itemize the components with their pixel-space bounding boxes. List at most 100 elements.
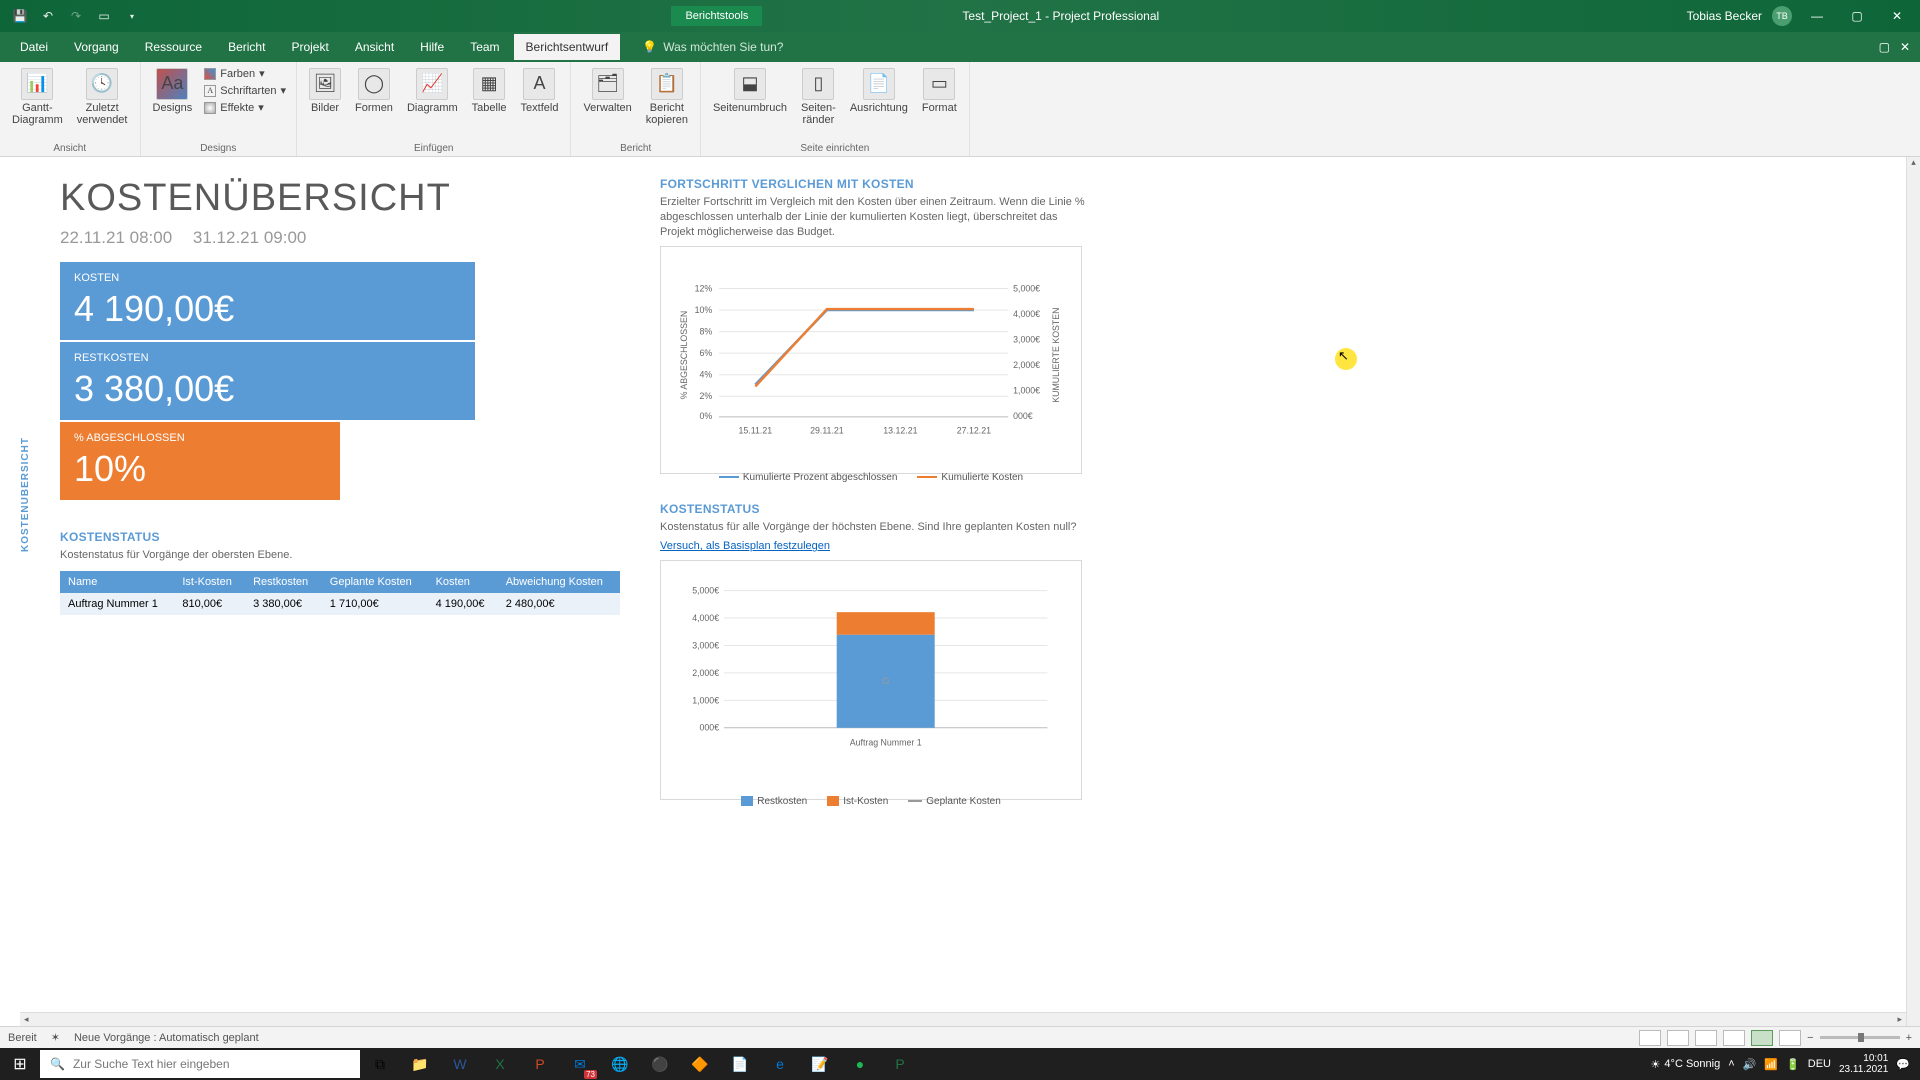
table-row[interactable]: Auftrag Nummer 1 810,00€ 3 380,00€ 1 710…: [60, 593, 620, 615]
taskbar-search[interactable]: 🔍 Zur Suche Text hier eingeben: [40, 1050, 360, 1078]
view-btn-1[interactable]: [1639, 1030, 1661, 1046]
horizontal-scrollbar[interactable]: ◂ ▸: [20, 1012, 1906, 1026]
network-icon[interactable]: 📶: [1764, 1058, 1778, 1071]
tab-projekt[interactable]: Projekt: [279, 34, 340, 60]
margins-button[interactable]: ▯Seiten- ränder: [797, 66, 840, 128]
clock[interactable]: 10:01 23.11.2021: [1839, 1053, 1888, 1075]
scroll-up-icon[interactable]: ▴: [1907, 157, 1920, 171]
tab-vorgang[interactable]: Vorgang: [62, 34, 131, 60]
chrome-icon[interactable]: 🌐: [600, 1048, 640, 1080]
cost-table[interactable]: Name Ist-Kosten Restkosten Geplante Kost…: [60, 571, 620, 615]
view-btn-2[interactable]: [1667, 1030, 1689, 1046]
close-icon[interactable]: ✕: [1882, 6, 1912, 26]
pagebreak-button[interactable]: ⬓Seitenumbruch: [709, 66, 791, 116]
designs-button[interactable]: AaDesigns: [149, 66, 197, 116]
close-doc-icon[interactable]: ✕: [1900, 40, 1910, 54]
view-btn-6[interactable]: [1779, 1030, 1801, 1046]
tab-ansicht[interactable]: Ansicht: [343, 34, 406, 60]
scroll-left-icon[interactable]: ◂: [24, 1014, 29, 1025]
view-btn-3[interactable]: [1695, 1030, 1717, 1046]
orientation-button[interactable]: 📄Ausrichtung: [846, 66, 912, 116]
undo-icon[interactable]: ↶: [38, 6, 58, 26]
spotify-icon[interactable]: ●: [840, 1048, 880, 1080]
fonts-button[interactable]: ASchriftarten ▾: [202, 83, 288, 98]
images-button[interactable]: 🖼Bilder: [305, 66, 345, 116]
volume-icon[interactable]: 🔊: [1743, 1058, 1757, 1071]
table-button[interactable]: ▦Tabelle: [468, 66, 511, 116]
lang-indicator[interactable]: DEU: [1808, 1058, 1831, 1070]
colors-button[interactable]: Farben ▾: [202, 66, 288, 81]
user-name[interactable]: Tobias Becker: [1687, 9, 1762, 23]
obs-icon[interactable]: ⚫: [640, 1048, 680, 1080]
edge-icon[interactable]: e: [760, 1048, 800, 1080]
legend-plan-icon: [908, 800, 922, 802]
report-canvas[interactable]: KOSTENÜBERSICHT KOSTENÜBERSICHT 22.11.21…: [20, 157, 1906, 1040]
manage-button[interactable]: 🗂Verwalten: [579, 66, 635, 116]
zoom-out-icon[interactable]: −: [1807, 1032, 1813, 1044]
view-btn-4[interactable]: [1723, 1030, 1745, 1046]
tab-hilfe[interactable]: Hilfe: [408, 34, 456, 60]
tile-kosten[interactable]: KOSTEN 4 190,00€: [60, 262, 475, 340]
tab-ressource[interactable]: Ressource: [133, 34, 214, 60]
zoom-slider[interactable]: [1820, 1036, 1900, 1039]
legend1-label: Kumulierte Prozent abgeschlossen: [743, 472, 898, 483]
tab-team[interactable]: Team: [458, 34, 511, 60]
tab-bericht[interactable]: Bericht: [216, 34, 277, 60]
project-icon[interactable]: P: [880, 1048, 920, 1080]
word-icon[interactable]: W: [440, 1048, 480, 1080]
tab-datei[interactable]: Datei: [8, 34, 60, 60]
customize-icon[interactable]: ▾: [122, 6, 142, 26]
svg-text:1,000€: 1,000€: [692, 696, 719, 706]
scroll-right-icon[interactable]: ▸: [1897, 1014, 1902, 1025]
tile-pct[interactable]: % ABGESCHLOSSEN 10%: [60, 422, 340, 500]
svg-text:Auftrag Nummer 1: Auftrag Nummer 1: [850, 738, 922, 748]
task-view-icon[interactable]: ⧉: [360, 1048, 400, 1080]
tray-chevron-icon[interactable]: ˄: [1728, 1058, 1734, 1070]
redo-icon[interactable]: ↷: [66, 6, 86, 26]
start-button[interactable]: ⊞: [0, 1048, 40, 1080]
copy-report-button[interactable]: 📋Bericht kopieren: [642, 66, 692, 128]
progress-chart[interactable]: 12% 10% 8% 6% 4% 2% 0% 5,000€ 4,000€ 3,0…: [660, 246, 1082, 474]
app-icon-2[interactable]: 📄: [720, 1048, 760, 1080]
battery-icon[interactable]: 🔋: [1786, 1058, 1800, 1071]
effects-button[interactable]: Effekte ▾: [202, 100, 288, 115]
minimize-icon[interactable]: —: [1802, 6, 1832, 26]
baseline-link[interactable]: Versuch, als Basisplan festzulegen: [660, 540, 1090, 552]
chart-button[interactable]: 📈Diagramm: [403, 66, 462, 116]
svg-text:2,000€: 2,000€: [692, 668, 719, 678]
svg-text:2%: 2%: [699, 391, 712, 401]
gantt-chart-button[interactable]: 📊Gantt- Diagramm: [8, 66, 67, 128]
app-icon-1[interactable]: 🔶: [680, 1048, 720, 1080]
mail-icon[interactable]: ✉73: [560, 1048, 600, 1080]
svg-text:KUMULIERTE KOSTEN: KUMULIERTE KOSTEN: [1051, 307, 1061, 402]
excel-icon[interactable]: X: [480, 1048, 520, 1080]
recently-used-button[interactable]: 🕓Zuletzt verwendet: [73, 66, 132, 128]
side-tab-label[interactable]: KOSTENÜBERSICHT: [20, 437, 31, 552]
weather-widget[interactable]: ☀ 4°C Sonnig: [1651, 1058, 1721, 1071]
svg-text:2,000€: 2,000€: [1013, 359, 1040, 369]
notepad-icon[interactable]: 📝: [800, 1048, 840, 1080]
shapes-button[interactable]: ◯Formen: [351, 66, 397, 116]
vertical-scrollbar[interactable]: ▴: [1906, 157, 1920, 1026]
restore-ribbon-icon[interactable]: ▢: [1879, 40, 1890, 54]
legend-rest-icon: [741, 796, 753, 806]
tab-berichtsentwurf[interactable]: Berichtsentwurf: [514, 34, 621, 60]
doc-icon[interactable]: ▭: [94, 6, 114, 26]
maximize-icon[interactable]: ▢: [1842, 6, 1872, 26]
zoom-in-icon[interactable]: +: [1906, 1032, 1912, 1044]
explorer-icon[interactable]: 📁: [400, 1048, 440, 1080]
user-avatar[interactable]: TB: [1772, 6, 1792, 26]
format-button[interactable]: ▭Format: [918, 66, 961, 116]
textbox-button[interactable]: ATextfeld: [517, 66, 563, 116]
save-icon[interactable]: 💾: [10, 6, 30, 26]
view-btn-5[interactable]: [1751, 1030, 1773, 1046]
lightbulb-icon: 💡: [642, 40, 657, 54]
powerpoint-icon[interactable]: P: [520, 1048, 560, 1080]
status-chart[interactable]: 5,000€ 4,000€ 3,000€ 2,000€ 1,000€ 000€ …: [660, 560, 1082, 800]
th-plan: Geplante Kosten: [322, 571, 428, 593]
notifications-icon[interactable]: 💬: [1896, 1058, 1910, 1071]
tile-restkosten[interactable]: RESTKOSTEN 3 380,00€: [60, 342, 475, 420]
tell-me-search[interactable]: 💡 Was möchten Sie tun?: [642, 40, 783, 54]
group-label-seite: Seite einrichten: [800, 141, 869, 154]
table-title: KOSTENSTATUS: [60, 530, 620, 544]
